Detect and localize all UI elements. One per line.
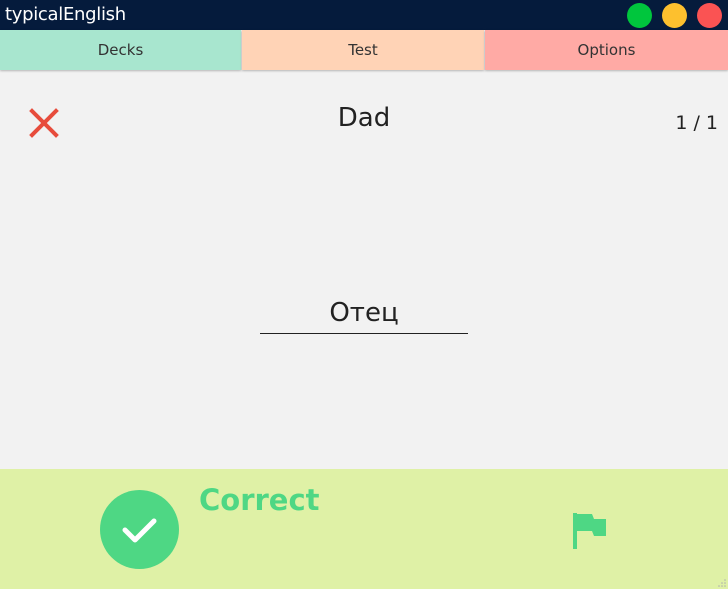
check-circle-icon bbox=[100, 490, 179, 569]
result-panel: Correct bbox=[0, 469, 728, 589]
tab-options[interactable]: Options bbox=[485, 30, 728, 70]
maximize-button[interactable] bbox=[627, 3, 652, 28]
card-counter: 1 / 1 bbox=[675, 112, 718, 134]
answer-input[interactable] bbox=[260, 292, 468, 334]
tab-decks[interactable]: Decks bbox=[0, 30, 241, 70]
card-word: Dad bbox=[337, 103, 391, 133]
result-label: Correct bbox=[199, 483, 320, 517]
minimize-button[interactable] bbox=[662, 3, 687, 28]
app-title: typicalEnglish bbox=[5, 4, 126, 25]
tab-test[interactable]: Test bbox=[242, 30, 484, 70]
tab-bar: Decks Test Options bbox=[0, 30, 728, 71]
report-button[interactable] bbox=[570, 512, 608, 550]
title-bar: typicalEnglish bbox=[0, 0, 728, 30]
resize-grip-icon[interactable] bbox=[718, 579, 726, 587]
close-window-button[interactable] bbox=[697, 3, 722, 28]
flag-icon bbox=[573, 513, 606, 549]
